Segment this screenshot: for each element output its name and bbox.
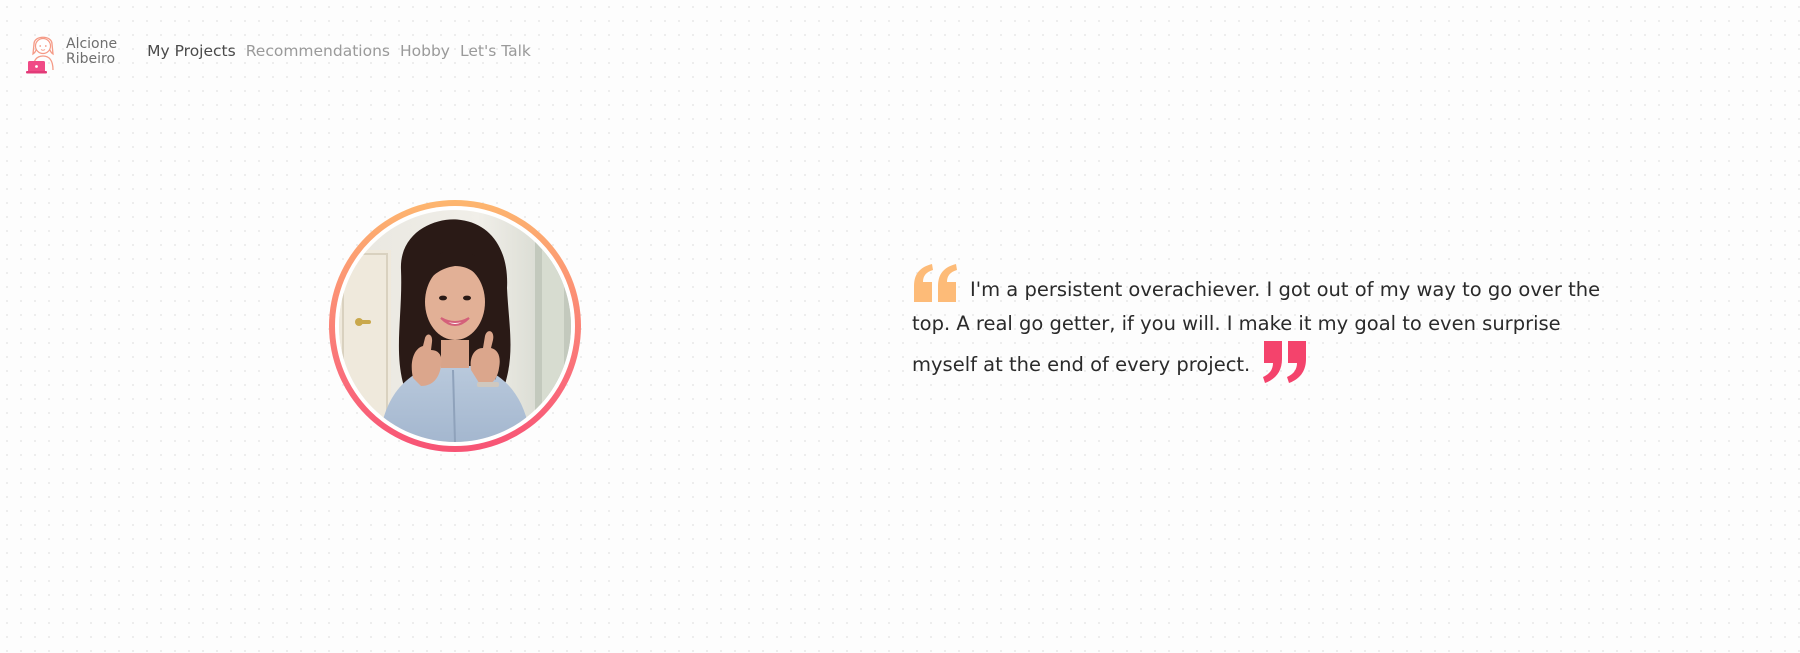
quote-text: I'm a persistent overachiever. I got out… <box>912 278 1601 376</box>
nav-hobby[interactable]: Hobby <box>400 42 450 60</box>
close-quote-icon <box>1263 341 1307 383</box>
logo-name-first: Alcione <box>66 36 118 52</box>
main-nav: My Projects Recommendations Hobby Let's … <box>147 42 541 60</box>
portrait-inner <box>335 206 575 446</box>
profile-photo <box>339 210 571 442</box>
portrait-frame <box>329 200 581 452</box>
logo-name: Alcione Ribeiro <box>66 37 117 67</box>
girl-avatar-icon <box>26 36 54 74</box>
nav-lets-talk[interactable]: Let's Talk <box>460 42 531 60</box>
bio-quote: I'm a persistent overachiever. I got out… <box>912 264 1627 383</box>
logo-name-last: Ribeiro <box>66 51 116 67</box>
page: Alcione Ribeiro My Projects Recommendati… <box>0 0 1800 653</box>
logo-link[interactable]: Alcione Ribeiro <box>26 30 117 74</box>
site-header: Alcione Ribeiro My Projects Recommendati… <box>26 30 541 74</box>
nav-my-projects[interactable]: My Projects <box>147 42 236 60</box>
nav-recommendations[interactable]: Recommendations <box>246 42 390 60</box>
open-quote-icon <box>914 264 957 302</box>
